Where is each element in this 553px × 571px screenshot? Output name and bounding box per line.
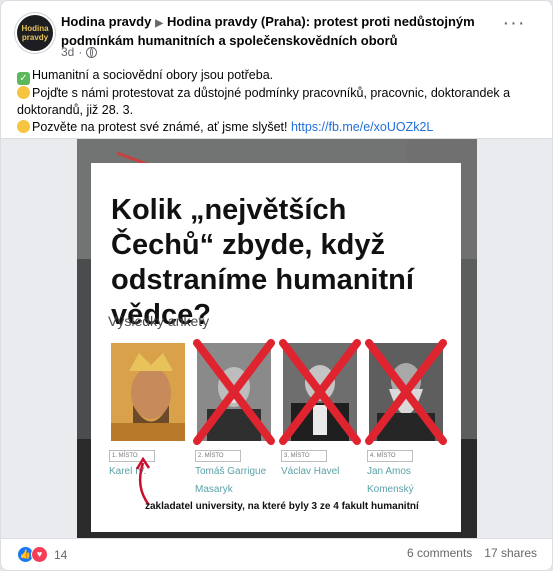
triangle-right-icon: ▶ xyxy=(155,18,163,29)
globe-icon xyxy=(86,46,98,58)
rank-badge-4: 4. MÍSTO xyxy=(367,450,413,462)
portrait-karel-iv xyxy=(111,343,185,441)
red-arrow-icon xyxy=(135,457,151,506)
post-title: Hodina pravdy ▶ Hodina pravdy (Praha): pro… xyxy=(61,13,521,49)
post-card: Hodina pravdy Hodina pravdy ▶ Hodina pravd… xyxy=(0,0,553,571)
post-line-2: Pojďte s námi protestovat za důstojné po… xyxy=(17,86,511,117)
post-image-area[interactable]: Kolik „největších Čechů“ zbyde, když ods… xyxy=(1,138,552,539)
poster-headline: Kolik „největších Čechů“ zbyde, když ods… xyxy=(111,194,414,331)
engagement-stats: 6 comments 17 shares xyxy=(407,546,537,560)
post-line-3: Pozvěte na protest své známé, ať jsme sl… xyxy=(17,119,537,136)
clapping-hands-icon xyxy=(17,86,30,99)
event-link[interactable]: https://fb.me/e/xoUOZk2L xyxy=(291,120,433,134)
rank-badge-3: 3. MÍSTO xyxy=(281,450,327,462)
candidate-portrait-2 xyxy=(193,339,275,445)
candidate-name-3: Václav Havel xyxy=(281,466,340,477)
post-header: Hodina pravdy Hodina pravdy ▶ Hodina pravd… xyxy=(15,11,535,59)
shares-count-link[interactable]: 17 shares xyxy=(484,546,537,560)
candidate-portrait-4 xyxy=(365,339,447,445)
candidate-name-2: Tomáš Garrigue Masaryk xyxy=(195,466,267,495)
poster-subhead: Výsledky ankety xyxy=(108,313,210,329)
clapping-hands-icon xyxy=(17,120,30,133)
post-meta: 3d · xyxy=(61,45,98,59)
reaction-count: 14 xyxy=(54,547,68,562)
poster: Kolik „největších Čechů“ zbyde, když ods… xyxy=(91,163,461,532)
avatar-logo-text: Hodina pravdy xyxy=(21,24,49,42)
red-cross-mark xyxy=(193,339,275,445)
post-timestamp[interactable]: 3d xyxy=(61,45,74,59)
reactions-summary[interactable]: 👍 ♥ 14 xyxy=(17,546,67,563)
candidate-name-4: Jan Amos Komenský xyxy=(367,466,414,495)
check-mark-icon: ✓ xyxy=(17,72,30,85)
rank-badge-2: 2. MÍSTO xyxy=(195,450,241,462)
dot-separator: · xyxy=(78,45,83,59)
more-options-icon[interactable]: ··· xyxy=(499,13,529,39)
red-cross-mark xyxy=(365,339,447,445)
comments-count-link[interactable]: 6 comments xyxy=(407,546,472,560)
poster-annotation: zakladatel university, na které byly 3 z… xyxy=(145,501,419,512)
post-text: ✓ Humanitní a sociovědní obory jsou potře… xyxy=(17,67,537,136)
post-line-1: ✓ Humanitní a sociovědní obory jsou potře… xyxy=(17,67,537,85)
candidate-portrait-1 xyxy=(111,343,185,441)
page-name-link[interactable]: Hodina pravdy xyxy=(61,14,151,29)
page-avatar[interactable]: Hodina pravdy xyxy=(15,13,55,53)
red-cross-mark xyxy=(279,339,361,445)
love-reaction-icon: ♥ xyxy=(31,546,48,563)
post-footer: 👍 ♥ 14 6 comments 17 shares xyxy=(17,545,537,565)
candidate-portrait-3 xyxy=(279,339,361,445)
